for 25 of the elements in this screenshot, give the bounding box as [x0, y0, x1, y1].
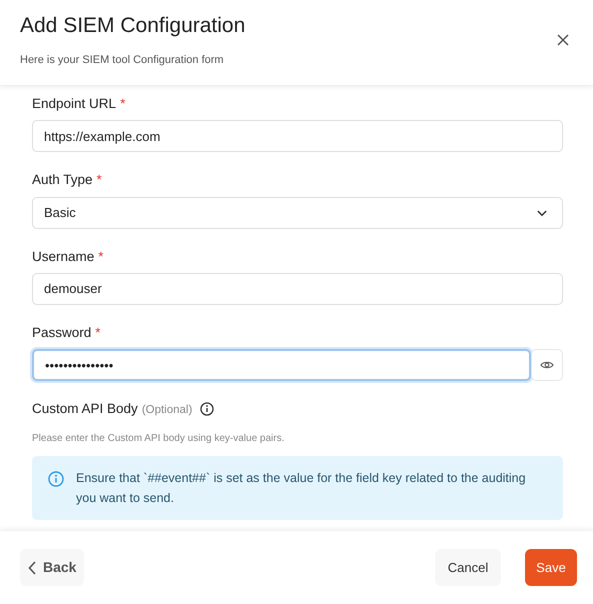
info-icon[interactable] [200, 402, 214, 416]
dialog-subtitle: Here is your SIEM tool Configuration form [20, 53, 225, 68]
auth-type-select[interactable]: Basic [32, 196, 563, 228]
field-label: Password [32, 324, 92, 342]
save-button[interactable]: Save [525, 549, 577, 586]
back-button[interactable]: Back [20, 549, 84, 586]
input-field[interactable]: demouser [32, 272, 563, 305]
chevron-left-icon [28, 560, 37, 574]
required-mark: * [96, 171, 102, 190]
required-mark: * [98, 248, 104, 266]
helper-text: Please enter the Custom API body using key-value pairs. [32, 432, 286, 446]
field-label: Endpoint URL [32, 95, 116, 113]
required-mark: * [120, 95, 126, 113]
field-label: Username [32, 248, 94, 266]
show-password-icon[interactable] [531, 349, 563, 381]
field-label: Auth Type [32, 171, 93, 190]
info-icon [48, 471, 64, 488]
alert-text: Ensure that `##event##` is set as the value for the field key related to the auditing you want to send. [76, 470, 527, 508]
dialog-title: Add SIEM Configuration [20, 13, 246, 39]
password-field[interactable]: ••••••••••••••• [32, 349, 532, 381]
optional-label: (Optional) [142, 403, 192, 418]
required-mark: * [95, 324, 101, 342]
section-label: Custom API Body [32, 400, 138, 418]
input-field[interactable]: https://example.com [32, 120, 563, 152]
cancel-button[interactable]: Cancel [435, 549, 501, 586]
